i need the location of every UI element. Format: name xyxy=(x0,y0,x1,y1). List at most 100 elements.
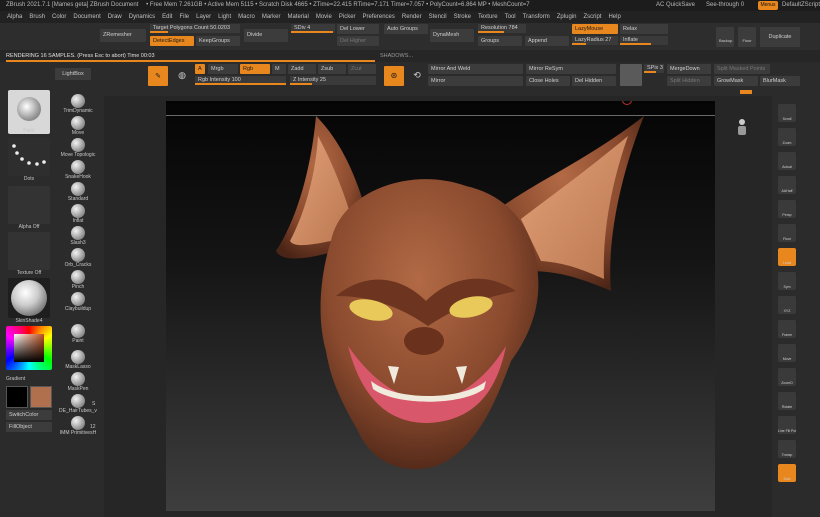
color-picker[interactable] xyxy=(6,326,52,370)
rotate-button[interactable]: Rotate xyxy=(778,392,796,410)
solo-button[interactable]: Solo xyxy=(778,464,796,482)
dynamesh-button[interactable]: DynaMesh xyxy=(430,29,474,42)
inflate-slider[interactable]: Inflate xyxy=(620,36,668,45)
menus-toggle[interactable]: Menus xyxy=(758,1,778,10)
alpha-thumb[interactable] xyxy=(8,186,50,224)
spix-slider[interactable]: SPix 3 xyxy=(644,64,664,73)
split-hidden-button[interactable]: Split Hidden xyxy=(667,76,711,86)
auto-groups-button[interactable]: Auto Groups xyxy=(384,24,428,34)
zoomd-button[interactable]: ZoomD xyxy=(778,368,796,386)
menu-preferences[interactable]: Preferences xyxy=(363,11,395,23)
resym-button[interactable]: Mirror ReSym xyxy=(526,64,616,74)
detect-edges-toggle[interactable]: DetectEdges xyxy=(150,36,194,46)
edit-button[interactable]: ✎ xyxy=(148,66,168,86)
move-button[interactable]: Move xyxy=(778,344,796,362)
material-thumb[interactable] xyxy=(8,278,50,318)
lightbox-button[interactable]: LightBox xyxy=(55,68,91,80)
duplicate-button[interactable]: Duplicate xyxy=(760,27,800,47)
fillobject-button[interactable]: FillObject xyxy=(6,422,52,432)
groups-toggle[interactable]: Groups xyxy=(478,36,522,46)
zremesher-button[interactable]: ZRemesher xyxy=(100,29,146,42)
mrgb-toggle[interactable]: Mrgb xyxy=(208,64,238,74)
brush-maskpen-icon[interactable] xyxy=(71,372,85,386)
rgb-intensity-slider[interactable]: Rgb Intensity 100 xyxy=(195,76,286,85)
menu-stroke[interactable]: Stroke xyxy=(454,11,471,23)
rgb-toggle[interactable]: Rgb xyxy=(240,64,270,74)
menu-document[interactable]: Document xyxy=(73,11,100,23)
split-masked-button[interactable]: Split Masked Points xyxy=(714,64,770,74)
divide-button[interactable]: Divide xyxy=(244,29,288,42)
zsub-toggle[interactable]: Zsub xyxy=(318,64,346,74)
relax-button[interactable]: Relax xyxy=(620,24,668,34)
menu-stencil[interactable]: Stencil xyxy=(429,11,447,23)
z-intensity-slider[interactable]: Z Intensity 25 xyxy=(290,76,376,85)
transp-button[interactable]: Transp xyxy=(778,440,796,458)
secondary-color-swatch[interactable] xyxy=(30,386,52,408)
menu-zplugin[interactable]: Zplugin xyxy=(557,11,577,23)
actual-button[interactable]: Actual xyxy=(778,152,796,170)
del-lower-button[interactable]: Del Lower xyxy=(337,24,379,34)
lazymouse-toggle[interactable]: LazyMouse xyxy=(572,24,618,34)
mirror-and-weld-button[interactable]: Mirror And Weld xyxy=(428,64,523,74)
menu-tool[interactable]: Tool xyxy=(505,11,516,23)
color-picker-square[interactable] xyxy=(14,334,44,362)
menu-movie[interactable]: Movie xyxy=(316,11,332,23)
default-script-button[interactable]: DefaultZScript xyxy=(782,0,820,11)
menu-transform[interactable]: Transform xyxy=(523,11,550,23)
brush-pinch-icon[interactable] xyxy=(71,270,85,284)
menu-texture[interactable]: Texture xyxy=(478,11,498,23)
m-toggle[interactable]: M xyxy=(272,64,286,74)
brush-standard-icon[interactable] xyxy=(71,182,85,196)
brush-de-hairtubes-v-icon[interactable] xyxy=(71,394,85,408)
menu-edit[interactable]: Edit xyxy=(162,11,172,23)
zoom-button[interactable]: Zoom xyxy=(778,128,796,146)
menu-zscript[interactable]: Zscript xyxy=(583,11,601,23)
del-higher-button[interactable]: Del Higher xyxy=(337,36,379,46)
stroke-dots-thumb[interactable] xyxy=(8,138,50,176)
lazyradius-slider[interactable]: LazyRadius 27 xyxy=(572,36,618,45)
blur-mask-button[interactable]: BlurMask xyxy=(760,76,800,86)
backup-button[interactable]: Backup xyxy=(716,27,734,47)
frame-button[interactable]: Frame xyxy=(778,320,796,338)
shadow-brush-icon[interactable]: ⊛ xyxy=(384,66,404,86)
brush-trimdynamic-icon[interactable] xyxy=(71,94,85,108)
aahalf-button[interactable]: AAHalf xyxy=(778,176,796,194)
texture-thumb[interactable] xyxy=(8,232,50,270)
quicksave-button[interactable]: QuickSave xyxy=(666,0,695,11)
draw-icon[interactable]: ◍ xyxy=(173,66,191,84)
menu-file[interactable]: File xyxy=(179,11,189,23)
sym-button[interactable]: Sym xyxy=(778,272,796,290)
menu-brush[interactable]: Brush xyxy=(29,11,45,23)
menu-render[interactable]: Render xyxy=(402,11,422,23)
a-toggle[interactable]: A xyxy=(195,64,205,74)
xyz-button[interactable]: XYZ xyxy=(778,296,796,314)
zadd-toggle[interactable]: Zadd xyxy=(288,64,316,74)
del-hidden-button[interactable]: Del Hidden xyxy=(572,76,616,86)
menu-dynamics[interactable]: Dynamics xyxy=(129,11,155,23)
line-fill-polyf-button[interactable]: Line Fill PolyF xyxy=(778,416,796,434)
document-canvas[interactable] xyxy=(166,101,715,511)
menu-picker[interactable]: Picker xyxy=(339,11,356,23)
brush-slash3-icon[interactable] xyxy=(71,226,85,240)
material-icon[interactable] xyxy=(620,64,642,86)
menu-material[interactable]: Material xyxy=(288,11,309,23)
seethrough-slider[interactable]: See-through 0 xyxy=(706,0,744,11)
grow-mask-button[interactable]: GrowMask xyxy=(714,76,758,86)
brush-claybuildup-icon[interactable] xyxy=(71,292,85,306)
brush-imm-primitivesh-icon[interactable] xyxy=(71,416,85,430)
persp-button[interactable]: Persp xyxy=(778,200,796,218)
menu-layer[interactable]: Layer xyxy=(196,11,211,23)
brush-move-topologic-icon[interactable] xyxy=(71,138,85,152)
sdiv-slider[interactable]: SDiv 4 xyxy=(291,24,335,33)
brush-inflat-icon[interactable] xyxy=(71,204,85,218)
merge-down-button[interactable]: MergeDown xyxy=(667,64,711,74)
menu-help[interactable]: Help xyxy=(608,11,620,23)
brush-masklasso-icon[interactable] xyxy=(71,350,85,364)
resolution-slider[interactable]: Resolution 784 xyxy=(478,24,526,33)
mirror-button[interactable]: Mirror xyxy=(428,76,523,86)
brush-orb-cracks-icon[interactable] xyxy=(71,248,85,262)
primary-color-swatch[interactable] xyxy=(6,386,28,408)
brush-paint-icon[interactable] xyxy=(71,324,85,338)
zcut-toggle[interactable]: Zcut xyxy=(348,64,376,74)
transform-icon[interactable]: ⟲ xyxy=(409,66,425,84)
